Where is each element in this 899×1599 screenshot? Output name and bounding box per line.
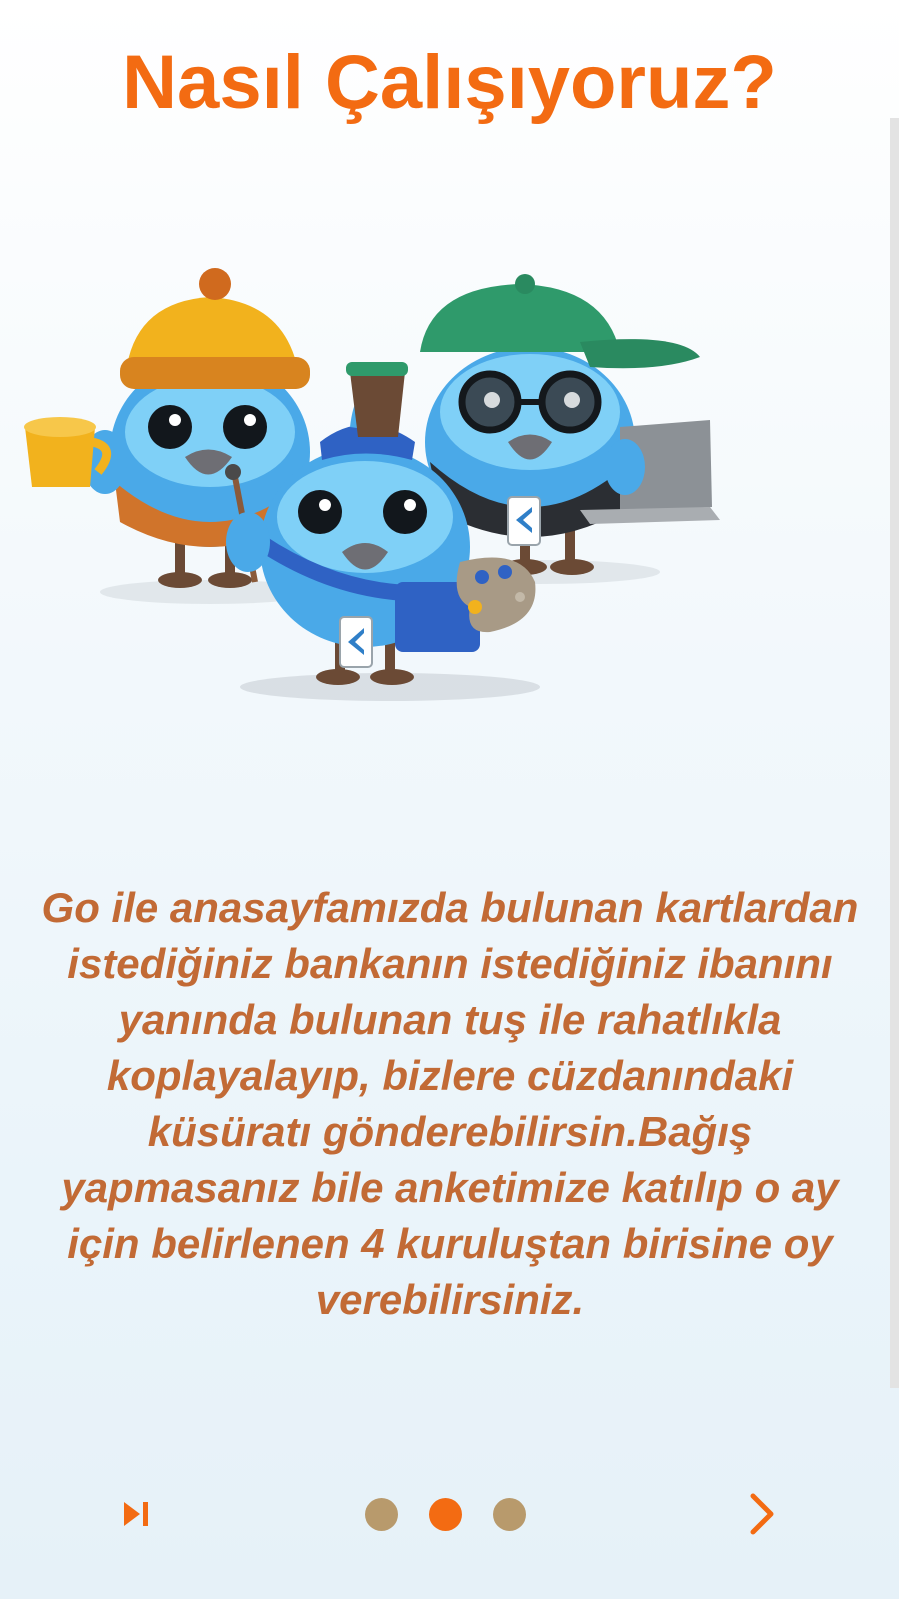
page-dot-1[interactable] [365, 1498, 398, 1531]
skip-next-icon [124, 1502, 148, 1526]
skip-button[interactable] [112, 1490, 160, 1538]
mascot-illustration [20, 262, 740, 722]
page-title: Nasıl Çalışıyoruz? [122, 40, 777, 125]
page-dot-2-active[interactable] [429, 1498, 462, 1531]
next-button[interactable] [738, 1486, 786, 1542]
scrollbar[interactable] [890, 118, 899, 1388]
chevron-right-icon [750, 1493, 774, 1535]
page-indicator [365, 1494, 535, 1534]
description-text: Go ile anasayfamızda bulunan kartlardan … [41, 884, 859, 1323]
page-dot-3[interactable] [493, 1498, 526, 1531]
